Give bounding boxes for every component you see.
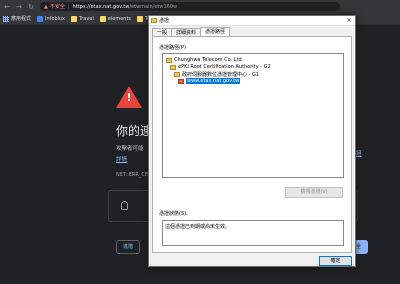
close-icon[interactable]: ✕ [343, 17, 355, 24]
cert-status-label: 憑證狀態(S): [159, 211, 188, 217]
bookmark-label: 應用程式 [11, 16, 32, 22]
forward-icon[interactable]: → [14, 2, 24, 12]
error-title: 你的連 [116, 124, 153, 138]
folder-icon [99, 15, 106, 22]
bookmark-elements[interactable]: elements [99, 15, 132, 22]
url-path: /etwmain/etw160w [129, 3, 178, 10]
report-link[interactable]: 鏈 [356, 149, 362, 157]
infoblox-icon [37, 15, 44, 22]
cert-status-text: 這個憑證已到期或尚未生效。 [162, 220, 344, 246]
url-field[interactable]: ▲ 不安全 | https://etax.nat.gov.tw /etwmain… [40, 2, 340, 11]
details-link[interactable]: 詳情 [116, 155, 127, 163]
reload-icon[interactable]: ↻ [26, 2, 36, 12]
bookmark-travel[interactable]: Travel [70, 15, 94, 22]
tree-node-gca[interactable]: 政府伺服器數位憑證管理中心 - G1 [174, 71, 259, 78]
address-bar-row: ← → ↻ ▲ 不安全 | https://etax.nat.gov.tw /e… [0, 0, 400, 13]
certificate-icon [170, 64, 176, 70]
back-icon[interactable]: ← [2, 2, 12, 12]
view-certificate-button[interactable]: 檢視憑證(V) [285, 187, 343, 198]
error-code: NET::ERR_CE [116, 172, 149, 178]
ok-button[interactable]: 確定 [319, 256, 352, 266]
url-separator: | [67, 3, 70, 10]
lightbulb-icon [121, 201, 128, 210]
error-warning-icon: ! [116, 86, 142, 108]
cert-path-panel: 憑證路徑(P) Chunghwa Telecom Co. Ltd. ePKI R… [152, 36, 352, 253]
cert-path-tree[interactable]: Chunghwa Telecom Co. Ltd. ePKI Root Cert… [162, 53, 344, 178]
bookmark-apps[interactable]: 應用程式 [3, 15, 31, 22]
advanced-button[interactable]: 進階 [116, 240, 140, 254]
tree-node-root[interactable]: Chunghwa Telecom Co. Ltd. [166, 57, 243, 63]
error-body: 攻擊者可能 [116, 146, 144, 152]
certificate-icon [151, 18, 157, 23]
tab-details[interactable]: 詳細資料 [171, 28, 202, 36]
bookmark-infoblox[interactable]: Infoblox [37, 15, 65, 22]
bookmark-label: Infoblox [45, 15, 65, 22]
certificate-icon [166, 57, 172, 63]
bookmark-label: Travel [78, 15, 94, 22]
certificate-error-icon [178, 78, 184, 84]
tab-cert-path[interactable]: 憑證路徑 [200, 27, 231, 36]
certificate-dialog: 憑證 ✕ 一般 詳細資料 憑證路徑 憑證路徑(P) Chunghwa Telec… [148, 15, 356, 267]
apps-grid-icon [3, 15, 9, 22]
warning-icon[interactable]: ▲ [44, 4, 48, 10]
dialog-title: 憑證 [159, 18, 170, 24]
cert-path-label: 憑證路徑(P) [159, 45, 186, 51]
url-host: https://etax.nat.gov.tw [72, 3, 130, 10]
folder-icon [70, 15, 77, 22]
bookmark-label: elements [107, 15, 132, 22]
folder-icon [137, 15, 144, 22]
not-secure-label[interactable]: 不安全 [50, 3, 65, 10]
tree-node-leaf[interactable]: www.etax.nat.gov.tw [178, 78, 241, 84]
dialog-titlebar[interactable]: 憑證 ✕ [149, 16, 355, 26]
certificate-icon [174, 72, 180, 77]
tree-node-epki[interactable]: ePKI Root Certification Authority - G2 [170, 64, 271, 70]
tab-general[interactable]: 一般 [152, 28, 173, 36]
